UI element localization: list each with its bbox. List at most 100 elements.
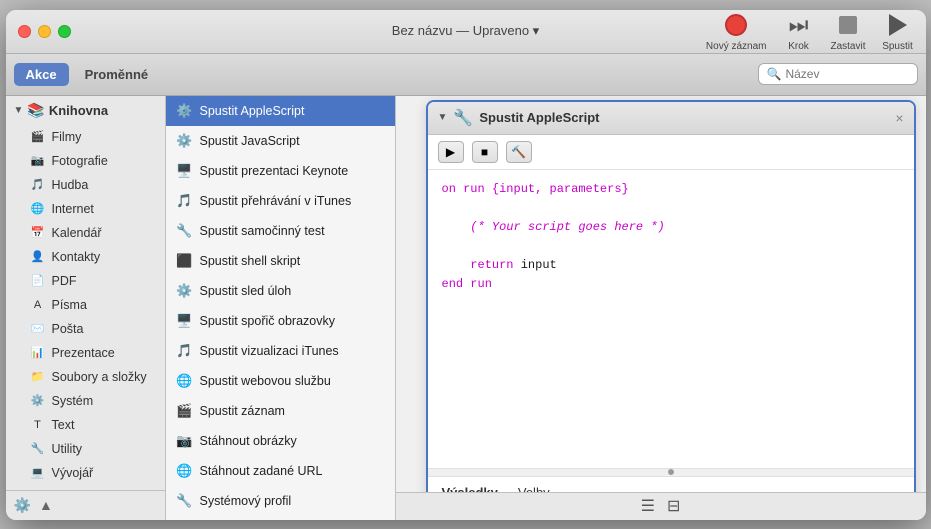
minimize-button[interactable] xyxy=(38,25,51,38)
record-button[interactable]: Nový záznam xyxy=(706,11,767,52)
sidebar-item-filmy[interactable]: 🎬 Filmy xyxy=(6,125,165,149)
panel-compile-button[interactable]: 🔨 xyxy=(506,141,532,163)
action-icon-11: 📷 xyxy=(176,432,194,450)
mail-icon: ✉️ xyxy=(30,321,46,337)
tab-akce[interactable]: Akce xyxy=(14,63,69,86)
sidebar-bottom: ⚙️ ▲ xyxy=(6,490,165,520)
code-line-5: end run xyxy=(442,275,900,294)
panel-title: Spustit AppleScript xyxy=(479,110,599,125)
sidebar-header[interactable]: ▼ 📚 Knihovna xyxy=(6,96,165,125)
tab-promenne[interactable]: Proměnné xyxy=(73,63,161,86)
step-button[interactable]: ⏭ Krok xyxy=(782,11,814,52)
music-icon: 🎵 xyxy=(30,177,46,193)
action-icon-6: ⚙️ xyxy=(176,282,194,300)
sidebar-item-utility[interactable]: 🔧 Utility xyxy=(6,437,165,461)
code-line-2: (* Your script goes here *) xyxy=(442,218,900,237)
sidebar-item-fotografie[interactable]: 📷 Fotografie xyxy=(6,149,165,173)
contacts-icon: 👤 xyxy=(30,249,46,265)
action-list: ⚙️ Spustit AppleScript ⚙️ Spustit JavaSc… xyxy=(166,96,396,520)
list-view-icon[interactable]: ☰ xyxy=(641,496,655,516)
code-line-3 xyxy=(442,237,900,256)
search-input[interactable] xyxy=(785,67,908,81)
utility-icon: 🔧 xyxy=(30,441,46,457)
files-icon: 📁 xyxy=(30,369,46,385)
action-item-6[interactable]: ⚙️ Spustit sled úloh xyxy=(166,276,395,306)
run-button[interactable]: Spustit xyxy=(882,11,914,52)
action-icon-4: 🔧 xyxy=(176,222,194,240)
sidebar-item-kontakty[interactable]: 👤 Kontakty xyxy=(6,245,165,269)
action-item-5[interactable]: ⬛ Spustit shell skript xyxy=(166,246,395,276)
text-icon: T xyxy=(30,417,46,433)
calendar-icon: 📅 xyxy=(30,225,46,241)
columns-view-icon[interactable]: ⊟ xyxy=(667,496,680,516)
panel-play-icon: ▶ xyxy=(446,145,455,159)
sidebar-triangle: ▼ xyxy=(14,105,24,116)
action-item-8[interactable]: 🎵 Spustit vizualizaci iTunes xyxy=(166,336,395,366)
action-item-3[interactable]: 🎵 Spustit přehrávání v iTunes xyxy=(166,186,395,216)
action-item-0[interactable]: ⚙️ Spustit AppleScript xyxy=(166,96,395,126)
titlebar: Bez názvu — Upraveno ▾ Nový záznam ⏭ Kro… xyxy=(6,10,926,54)
sidebar-item-system[interactable]: ⚙️ Systém xyxy=(6,389,165,413)
toolbar-buttons: Nový záznam ⏭ Krok Zastavit Spustit xyxy=(706,11,914,52)
action-item-11[interactable]: 📷 Stáhnout obrázky xyxy=(166,426,395,456)
floating-panel: ▼ 🔧 Spustit AppleScript × ▶ ■ 🔨 xyxy=(426,100,916,510)
sidebar-item-posta[interactable]: ✉️ Pošta xyxy=(6,317,165,341)
script-panel: ▼ 🔧 Spustit AppleScript × ▶ ■ 🔨 xyxy=(396,96,926,520)
panel-stop-icon: ■ xyxy=(481,145,488,159)
panel-stop-button[interactable]: ■ xyxy=(472,141,498,163)
action-icon-10: 🎬 xyxy=(176,402,194,420)
action-icon-0: ⚙️ xyxy=(176,102,194,120)
pdf-icon: 📄 xyxy=(30,273,46,289)
sidebar-item-kalendar[interactable]: 📅 Kalendář xyxy=(6,221,165,245)
action-icon-2: 🖥️ xyxy=(176,162,194,180)
sidebar-item-soubory[interactable]: 📁 Soubory a složky xyxy=(6,365,165,389)
action-item-13[interactable]: 🔧 Systémový profil xyxy=(166,486,395,516)
main-bottom-bar: ☰ ⊟ xyxy=(396,492,926,520)
sidebar-item-prezentace[interactable]: 📊 Prezentace xyxy=(6,341,165,365)
stop-button[interactable]: Zastavit xyxy=(830,11,865,52)
scroll-dot xyxy=(668,469,674,475)
action-icon-3: 🎵 xyxy=(176,192,194,210)
panel-script-icon: 🔧 xyxy=(453,108,473,128)
panel-toolbar: ▶ ■ 🔨 xyxy=(428,135,914,170)
action-icon-7: 🖥️ xyxy=(176,312,194,330)
photo-icon: 📷 xyxy=(30,153,46,169)
add-button[interactable]: ⚙️ xyxy=(14,497,31,514)
panel-run-button[interactable]: ▶ xyxy=(438,141,464,163)
action-item-1[interactable]: ⚙️ Spustit JavaScript xyxy=(166,126,395,156)
action-item-9[interactable]: 🌐 Spustit webovou službu xyxy=(166,366,395,396)
sidebar-item-pisma[interactable]: A Písma xyxy=(6,293,165,317)
search-icon: 🔍 xyxy=(767,67,782,81)
expand-button[interactable]: ▲ xyxy=(39,497,53,514)
main-window: Bez názvu — Upraveno ▾ Nový záznam ⏭ Kro… xyxy=(6,10,926,520)
action-icon-9: 🌐 xyxy=(176,372,194,390)
play-icon xyxy=(882,11,914,39)
close-button[interactable] xyxy=(18,25,31,38)
stop-icon xyxy=(832,11,864,39)
action-item-7[interactable]: 🖥️ Spustit spořič obrazovky xyxy=(166,306,395,336)
step-icon: ⏭ xyxy=(782,11,814,39)
system-icon: ⚙️ xyxy=(30,393,46,409)
action-item-2[interactable]: 🖥️ Spustit prezentaci Keynote xyxy=(166,156,395,186)
sidebar-item-internet[interactable]: 🌐 Internet xyxy=(6,197,165,221)
film-icon: 🎬 xyxy=(30,129,46,145)
sidebar: ▼ 📚 Knihovna 🎬 Filmy 📷 Fotografie 🎵 Hudb… xyxy=(6,96,166,520)
action-item-12[interactable]: 🌐 Stáhnout zadané URL xyxy=(166,456,395,486)
fonts-icon: A xyxy=(30,297,46,313)
action-item-14[interactable]: 📄 Šifrovat PDF dokumenty xyxy=(166,516,395,520)
sidebar-header-label: Knihovna xyxy=(49,103,108,118)
sidebar-item-hudba[interactable]: 🎵 Hudba xyxy=(6,173,165,197)
maximize-button[interactable] xyxy=(58,25,71,38)
action-item-10[interactable]: 🎬 Spustit záznam xyxy=(166,396,395,426)
scroll-indicator xyxy=(428,468,914,476)
action-item-4[interactable]: 🔧 Spustit samočinný test xyxy=(166,216,395,246)
record-icon xyxy=(720,11,752,39)
presentation-icon: 📊 xyxy=(30,345,46,361)
sidebar-item-vyvojar[interactable]: 💻 Vývojář xyxy=(6,461,165,485)
dev-icon: 💻 xyxy=(30,465,46,481)
panel-close-button[interactable]: × xyxy=(895,111,903,125)
code-editor[interactable]: on run {input, parameters} (* Your scrip… xyxy=(428,170,914,468)
panel-collapse-icon[interactable]: ▼ xyxy=(438,112,448,123)
sidebar-item-text[interactable]: T Text xyxy=(6,413,165,437)
sidebar-item-pdf[interactable]: 📄 PDF xyxy=(6,269,165,293)
